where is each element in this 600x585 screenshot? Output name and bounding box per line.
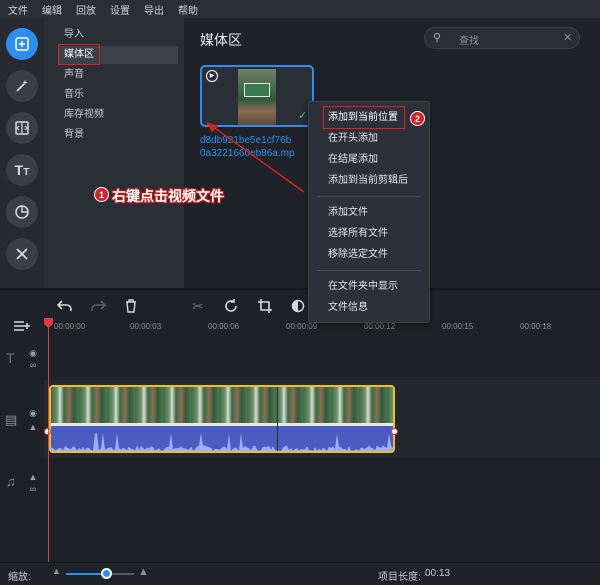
link-icon[interactable]: ∞ — [27, 360, 39, 370]
effects-tool-button[interactable] — [6, 70, 38, 102]
zoom-out-icon[interactable]: ▲ — [52, 566, 61, 576]
video-track-header: ▤ ◉ ▲ — [0, 380, 44, 458]
menu-help[interactable]: 帮助 — [178, 2, 198, 17]
category-sound[interactable]: 声音 — [58, 66, 178, 84]
import-media-tool-button[interactable] — [6, 28, 38, 60]
cut-button[interactable]: ✂ — [190, 298, 206, 314]
music-track-header: ♫ ▲ ∞ — [0, 462, 44, 502]
menu-remove-selected-files[interactable]: 移除选定文件 — [309, 245, 429, 265]
playhead-line[interactable] — [48, 318, 49, 562]
title-track[interactable] — [44, 340, 600, 376]
menu-select-all-files[interactable]: 选择所有文件 — [309, 224, 429, 244]
title-track-header: T ◉ ∞ — [0, 340, 44, 376]
clear-search-icon[interactable]: ✕ — [563, 31, 572, 44]
zoom-label: 缩放: — [8, 572, 31, 583]
highlight-box-add-at-current — [323, 106, 405, 129]
add-file-icon — [15, 37, 29, 51]
ruler-tick: 00:00:03 — [130, 322, 162, 331]
media-panel-title: 媒体区 — [200, 32, 242, 48]
status-bar: 缩放: ▲ ▲ 项目长度: 00:13 — [0, 562, 600, 585]
filters-tool-button[interactable] — [6, 196, 38, 228]
menu-add-at-end[interactable]: 在结尾添加 — [309, 150, 429, 170]
annotation-badge-2: 2 — [410, 111, 425, 126]
menu-show-in-folder[interactable]: 在文件夹中显示 — [309, 277, 429, 297]
volume-keyframe-end[interactable] — [391, 428, 398, 435]
delete-button[interactable] — [123, 298, 139, 314]
music-track[interactable] — [44, 462, 600, 502]
color-adjust-icon — [291, 299, 305, 313]
category-panel: 导入 媒体区 声音 音乐 库存视频 背景 — [44, 18, 184, 288]
menu-export[interactable]: 导出 — [144, 2, 164, 17]
clip-frames — [51, 387, 393, 423]
audio-waveform — [51, 426, 393, 451]
transition-icon — [15, 121, 29, 135]
ruler-tick: 00:00:00 — [54, 322, 86, 331]
video-thumbnail-image — [238, 69, 276, 125]
project-length-label: 项目长度: — [378, 572, 421, 583]
project-length-value: 00:13 — [425, 568, 451, 579]
waveform-graphic — [51, 433, 393, 451]
more-tools-button[interactable] — [6, 238, 38, 270]
eye-icon[interactable]: ◉ — [27, 408, 39, 418]
search-icon: ⚲ — [433, 32, 442, 44]
crop-button[interactable] — [257, 298, 273, 314]
titles-tool-button[interactable]: TT — [6, 154, 38, 186]
menu-file-info[interactable]: 文件信息 — [309, 298, 429, 318]
eye-icon[interactable]: ◉ — [27, 348, 39, 358]
zoom-slider-thumb[interactable] — [100, 568, 112, 579]
category-background[interactable]: 背景 — [58, 126, 178, 144]
menu-add-files[interactable]: 添加文件 — [309, 203, 429, 223]
rotate-icon — [225, 299, 237, 312]
menu-divider — [317, 270, 421, 271]
annotation-badge-1: 1 — [94, 187, 109, 202]
video-clip[interactable] — [49, 385, 395, 453]
search-placeholder: 查找 — [459, 36, 479, 47]
menu-playback[interactable]: 回放 — [76, 2, 96, 17]
volume-icon[interactable]: ▲ — [27, 472, 39, 482]
transitions-tool-button[interactable] — [6, 112, 38, 144]
redo-icon — [91, 300, 106, 311]
menu-divider — [317, 196, 421, 197]
filter-icon — [15, 205, 29, 219]
ruler-tick: 00:00:18 — [520, 322, 552, 331]
category-stock-video[interactable]: 库存视频 — [58, 106, 178, 124]
menu-file[interactable]: 文件 — [8, 2, 28, 17]
menu-edit[interactable]: 编辑 — [42, 2, 62, 17]
trash-icon — [126, 299, 136, 313]
context-menu: 添加到当前位置 在开头添加 在结尾添加 添加到当前剪辑后 添加文件 选择所有文件… — [308, 101, 430, 323]
add-track-button[interactable] — [14, 319, 32, 333]
magic-wand-icon — [16, 80, 28, 92]
redo-button[interactable] — [90, 298, 106, 314]
search-box[interactable]: ⚲ 查找 ✕ — [424, 27, 580, 49]
ruler-tick: 00:00:09 — [286, 322, 318, 331]
ruler-tick: 00:00:06 — [208, 322, 240, 331]
text-track-icon: T — [6, 350, 15, 366]
category-import[interactable]: 导入 — [58, 26, 178, 44]
ruler-tick: 00:00:15 — [442, 322, 474, 331]
music-note-icon: ♫ — [6, 474, 16, 489]
menu-bar: 文件 编辑 回放 设置 导出 帮助 — [0, 0, 600, 18]
scissors-icon: ✂ — [192, 297, 204, 314]
crop-icon — [258, 299, 272, 313]
video-track-icon: ▤ — [5, 412, 18, 427]
undo-icon — [57, 300, 72, 311]
play-video-icon: ▶ — [206, 70, 218, 82]
link-icon[interactable]: ∞ — [27, 484, 39, 494]
zoom-in-icon[interactable]: ▲ — [138, 566, 149, 578]
menu-add-at-start[interactable]: 在开头添加 — [309, 129, 429, 149]
add-track-icon — [14, 321, 30, 331]
tool-sidebar: TT — [0, 18, 44, 288]
color-adjust-button[interactable] — [290, 298, 306, 314]
ruler-tick: 00:00:12 — [364, 322, 396, 331]
category-music[interactable]: 音乐 — [58, 86, 178, 104]
annotation-text-1: 右键点击视频文件 — [112, 188, 224, 204]
text-icon: TT — [14, 162, 30, 178]
tools-icon — [16, 248, 28, 260]
menu-add-after-current-clip[interactable]: 添加到当前剪辑后 — [309, 171, 429, 191]
highlight-box-media-bin — [58, 44, 100, 65]
rotate-button[interactable] — [223, 298, 239, 314]
menu-settings[interactable]: 设置 — [110, 2, 130, 17]
volume-icon[interactable]: ▲ — [27, 422, 39, 432]
undo-button[interactable] — [57, 298, 73, 314]
